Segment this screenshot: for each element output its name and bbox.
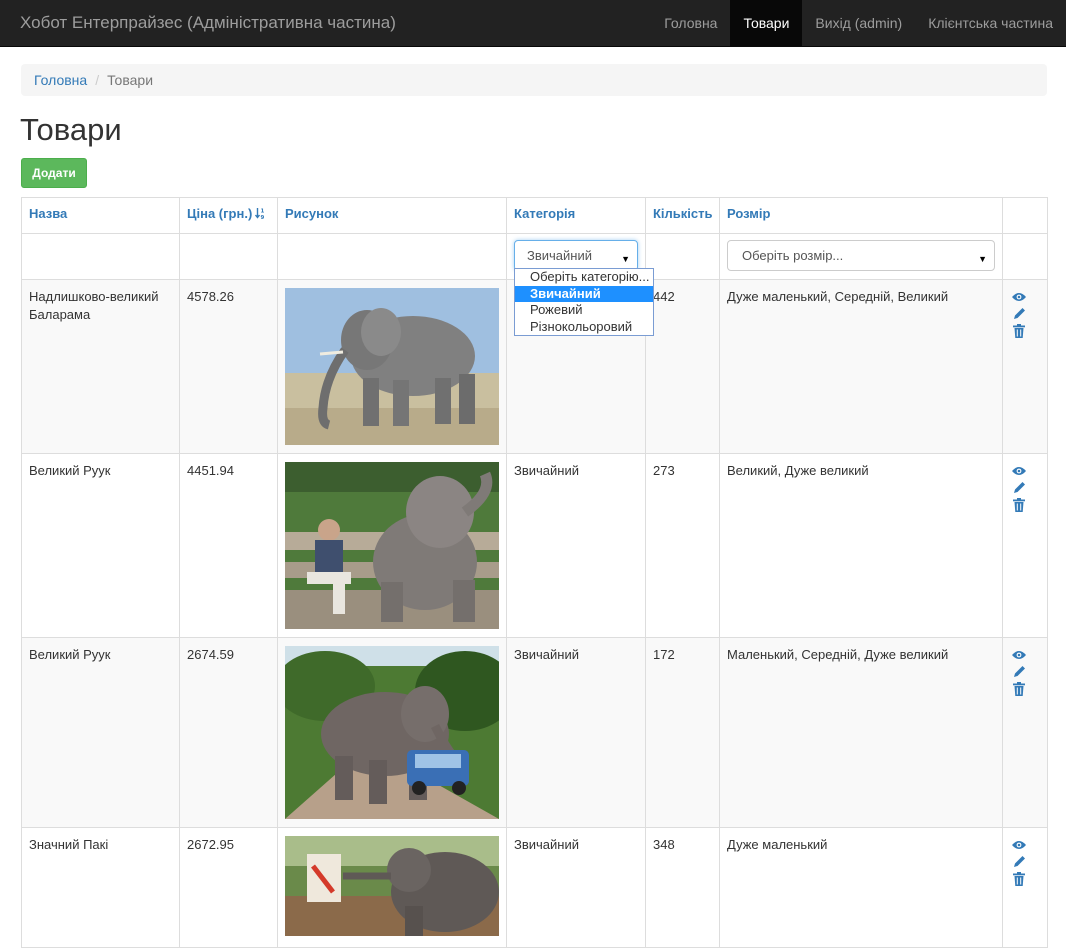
sort-by-category-link[interactable]: Категорія	[514, 206, 575, 221]
nav-menu: Головна Товари Вихід (admin) Клієнтська …	[651, 0, 1066, 46]
breadcrumb: Головна / Товари	[21, 64, 1047, 96]
product-quantity: 442	[645, 279, 720, 454]
product-sizes: Дуже маленький, Середній, Великий	[719, 279, 1003, 454]
product-price: 4578.26	[179, 279, 278, 454]
table-row: Значний Пакі 2672.95 Звичайний 348 Дуже …	[21, 827, 1048, 948]
delete-icon[interactable]	[1011, 680, 1027, 697]
top-navbar: Хобот Ентерпрайзес (Адміністративна част…	[0, 0, 1066, 47]
nav-item-products[interactable]: Товари	[730, 0, 803, 46]
dropdown-option-pink[interactable]: Рожевий	[515, 302, 653, 319]
view-icon[interactable]	[1011, 462, 1027, 479]
delete-icon[interactable]	[1011, 870, 1027, 887]
product-image-cell	[277, 827, 507, 948]
product-name: Значний Пакі	[21, 827, 180, 948]
product-image	[285, 836, 499, 936]
product-sizes: Дуже маленький	[719, 827, 1003, 948]
product-image-cell	[277, 637, 507, 828]
filter-cell-actions	[1002, 233, 1048, 280]
breadcrumb-separator: /	[95, 72, 100, 88]
sort-by-size-link[interactable]: Розмір	[727, 206, 770, 221]
size-filter-select[interactable]: Оберіть розмір... ▼	[727, 240, 995, 271]
brand-title[interactable]: Хобот Ентерпрайзес (Адміністративна част…	[20, 13, 396, 33]
product-category: Звичайний	[506, 827, 646, 948]
edit-icon[interactable]	[1011, 853, 1027, 870]
filter-cell-quantity	[645, 233, 720, 280]
table-row: Великий Руук 2674.59 Звичайний 172 Мален…	[21, 637, 1048, 828]
delete-icon[interactable]	[1011, 496, 1027, 513]
product-image	[285, 462, 499, 629]
edit-icon[interactable]	[1011, 305, 1027, 322]
product-image	[285, 288, 499, 445]
product-quantity: 348	[645, 827, 720, 948]
page-title: Товари	[20, 112, 122, 147]
column-header-price: Ціна (грн.) 1 9	[179, 197, 278, 234]
product-image-cell	[277, 453, 507, 638]
product-category: Звичайний	[506, 637, 646, 828]
dropdown-option-multicolor[interactable]: Різнокольоровий	[515, 319, 653, 336]
column-header-actions	[1002, 197, 1048, 234]
breadcrumb-home-link[interactable]: Головна	[34, 72, 87, 88]
column-header-quantity: Кількість	[645, 197, 720, 234]
sort-by-quantity-link[interactable]: Кількість	[653, 206, 713, 221]
row-actions	[1002, 827, 1048, 948]
edit-icon[interactable]	[1011, 663, 1027, 680]
view-icon[interactable]	[1011, 836, 1027, 853]
product-name: Великий Руук	[21, 637, 180, 828]
chevron-down-icon: ▼	[978, 254, 987, 264]
column-header-category: Категорія	[506, 197, 646, 234]
filter-cell-price	[179, 233, 278, 280]
edit-icon[interactable]	[1011, 479, 1027, 496]
view-icon[interactable]	[1011, 288, 1027, 305]
sort-by-image-link[interactable]: Рисунок	[285, 206, 338, 221]
view-icon[interactable]	[1011, 646, 1027, 663]
svg-text:9: 9	[261, 215, 265, 220]
row-actions	[1002, 279, 1048, 454]
dropdown-option-regular[interactable]: Звичайний	[515, 285, 653, 302]
dropdown-option-placeholder[interactable]: Оберіть категорію...	[515, 269, 653, 286]
nav-item-home[interactable]: Головна	[651, 0, 730, 46]
product-sizes: Великий, Дуже великий	[719, 453, 1003, 638]
size-filter-placeholder: Оберіть розмір...	[742, 247, 844, 263]
column-header-name: Назва	[21, 197, 180, 234]
sort-ascending-icon[interactable]: 19	[255, 207, 266, 225]
row-actions	[1002, 453, 1048, 638]
sort-by-name-link[interactable]: Назва	[29, 206, 67, 221]
product-name: Великий Руук	[21, 453, 180, 638]
category-filter-select[interactable]: Звичайний ▼	[514, 240, 638, 271]
product-quantity: 172	[645, 637, 720, 828]
category-filter-value: Звичайний	[527, 247, 592, 263]
product-sizes: Маленький, Середній, Дуже великий	[719, 637, 1003, 828]
product-price: 2672.95	[179, 827, 278, 948]
product-price: 4451.94	[179, 453, 278, 638]
filter-cell-size: Оберіть розмір... ▼	[719, 233, 1003, 280]
chevron-down-icon: ▼	[621, 254, 630, 264]
table-row: Великий Руук 4451.94 Звичайний 273 Велик…	[21, 453, 1048, 638]
row-actions	[1002, 637, 1048, 828]
add-button[interactable]: Додати	[21, 158, 87, 188]
product-quantity: 273	[645, 453, 720, 638]
sort-by-price-link[interactable]: Ціна (грн.)	[187, 206, 252, 221]
nav-item-logout[interactable]: Вихід (admin)	[802, 0, 915, 46]
category-dropdown-list: Оберіть категорію... Звичайний Рожевий Р…	[514, 268, 654, 336]
product-name: Надлишково-великий Баларама	[21, 279, 180, 454]
svg-text:1: 1	[261, 209, 265, 215]
column-header-image: Рисунок	[277, 197, 507, 234]
filter-cell-name	[21, 233, 180, 280]
product-category: Звичайний	[506, 453, 646, 638]
breadcrumb-current: Товари	[107, 72, 154, 88]
column-header-size: Розмір	[719, 197, 1003, 234]
filter-cell-image	[277, 233, 507, 280]
product-image-cell	[277, 279, 507, 454]
nav-item-client-side[interactable]: Клієнтська частина	[915, 0, 1066, 46]
table-header-row: Назва Ціна (грн.) 1 9 Рисунок Категорія Кі…	[21, 197, 1048, 234]
product-price: 2674.59	[179, 637, 278, 828]
delete-icon[interactable]	[1011, 322, 1027, 339]
product-image	[285, 646, 499, 819]
